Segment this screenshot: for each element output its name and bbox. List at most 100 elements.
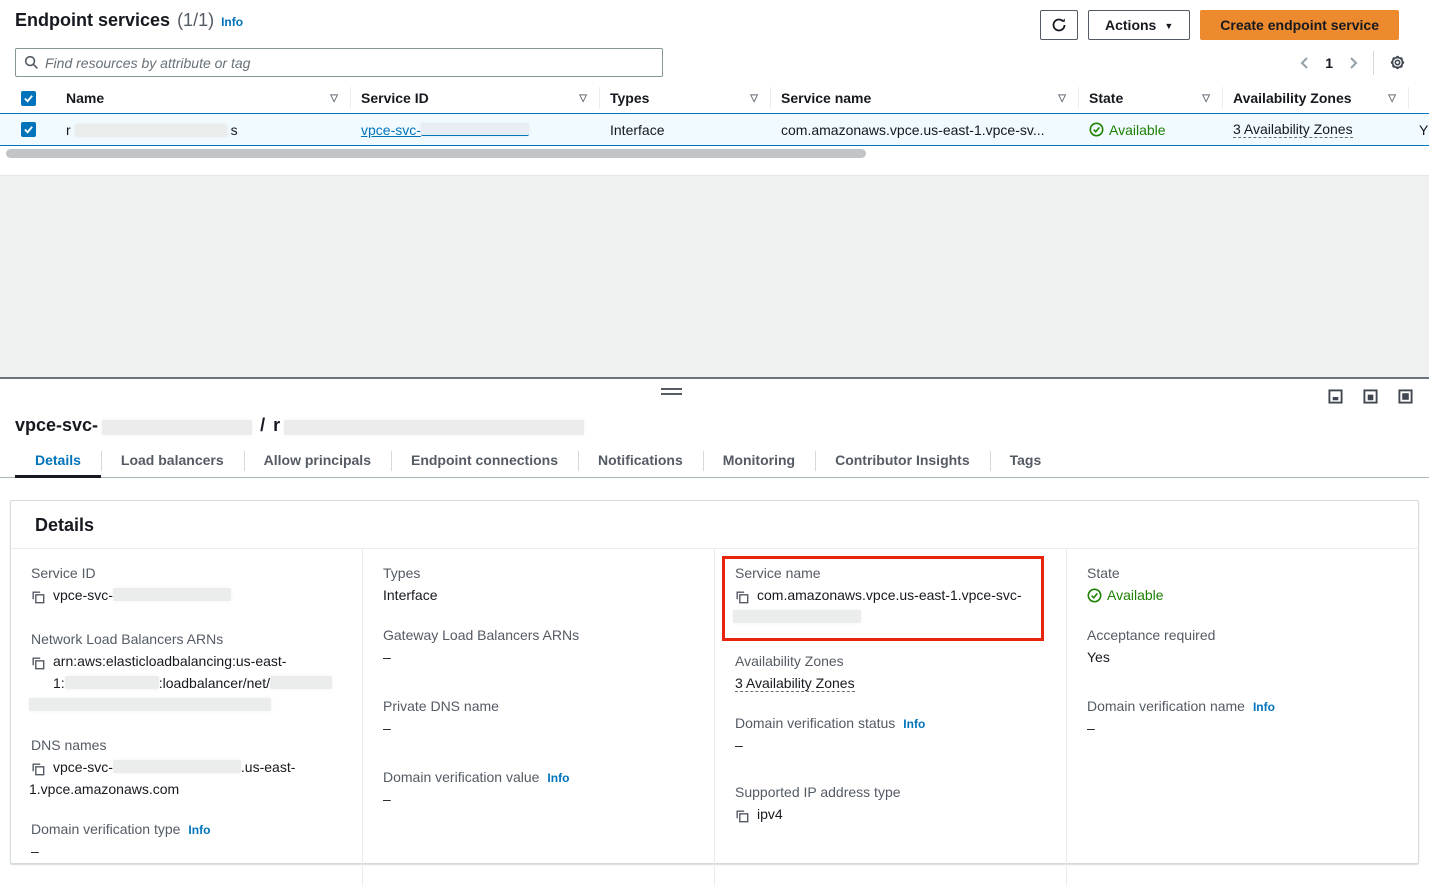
redacted-text [270,676,332,689]
column-header-availability-zones[interactable]: Availability Zones ▽ [1223,90,1408,106]
panel-size-small-icon[interactable] [1328,389,1343,404]
column-header-service-name[interactable]: Service name ▽ [771,90,1078,106]
field-dns-names: DNS names vpce-svc-.us-east- 1.vpce.amaz… [31,737,338,800]
page-info-link[interactable]: Info [221,15,243,29]
status-badge: Available [1109,122,1166,138]
redacted-text [284,420,584,435]
cell-service-name: com.amazonaws.vpce.us-east-1.vpce-sv... [771,122,1078,138]
info-link[interactable]: Info [1253,700,1275,714]
row-checkbox[interactable] [21,122,36,137]
pagination-divider [1373,51,1374,75]
horizontal-scrollbar[interactable] [0,146,1429,160]
status-badge: Available [1107,584,1164,606]
copy-icon[interactable] [31,588,45,610]
service-id-link[interactable]: vpce-svc- [361,122,529,138]
panel-size-medium-icon[interactable] [1363,389,1378,404]
split-panel-size-controls [1328,389,1413,404]
availability-zones-popover-link[interactable]: 3 Availability Zones [735,675,855,692]
next-page-button[interactable] [1347,56,1359,70]
info-link[interactable]: Info [547,771,569,785]
column-header-name[interactable]: Name ▽ [56,90,350,106]
search-input[interactable] [45,55,654,71]
previous-page-button[interactable] [1299,56,1311,70]
field-supported-ip: Supported IP address type ipv4 [735,784,1042,829]
cell-types: Interface [600,122,770,138]
search-box[interactable] [15,48,663,77]
split-panel: vpce-svc- / r Details Load balancers All… [0,377,1429,871]
chevron-down-icon: ▼ [1164,21,1173,31]
resource-count: (1/1) [177,10,214,31]
select-all-checkbox[interactable] [21,91,36,106]
detail-tabs: Details Load balancers Allow principals … [0,448,1429,478]
create-button-label: Create endpoint service [1220,17,1379,33]
field-domain-verification-name: Domain verification name Info – [1087,698,1394,739]
copy-icon[interactable] [31,760,45,782]
tab-details[interactable]: Details [15,448,101,477]
info-link[interactable]: Info [188,823,210,837]
panel-size-large-icon[interactable] [1398,389,1413,404]
table-preferences-gear-icon[interactable] [1388,53,1407,72]
field-glb-arns: Gateway Load Balancers ARNs – [383,627,690,668]
selected-resource-title: vpce-svc- / r [0,379,1429,446]
sort-icon[interactable]: ▽ [1388,93,1396,104]
cell-service-id: vpce-svc- [351,122,599,138]
field-domain-verification-type: Domain verification type Info – [31,821,338,862]
tab-allow-principals[interactable]: Allow principals [244,448,391,477]
current-page-number[interactable]: 1 [1325,55,1333,71]
pagination: 1 [1299,51,1407,75]
details-heading: Details [35,515,1394,536]
actions-button[interactable]: Actions ▼ [1088,10,1190,40]
sort-icon[interactable]: ▽ [1058,93,1066,104]
table-header-row: Name ▽ Service ID ▽ Types ▽ Service name… [0,83,1429,113]
redacted-text [75,124,227,137]
redacted-text [65,676,159,689]
cell-state: Available [1079,122,1222,138]
tab-tags[interactable]: Tags [990,448,1062,477]
sort-icon[interactable]: ▽ [1202,93,1210,104]
field-nlb-arns: Network Load Balancers ARNs arn:aws:elas… [31,631,338,716]
refresh-button[interactable] [1040,10,1078,40]
column-header-state[interactable]: State ▽ [1079,90,1222,106]
info-link[interactable]: Info [903,717,925,731]
split-panel-drag-handle-icon[interactable] [661,388,682,395]
tab-load-balancers[interactable]: Load balancers [101,448,244,477]
field-types: Types Interface [383,565,690,606]
details-card: Details Service ID vpce-svc- Network Loa… [10,500,1419,864]
tab-endpoint-connections[interactable]: Endpoint connections [391,448,578,477]
sort-icon[interactable]: ▽ [579,93,587,104]
search-icon [24,55,39,70]
content-background [0,176,1429,377]
sort-icon[interactable]: ▽ [330,93,338,104]
field-acceptance-required: Acceptance required Yes [1087,627,1394,668]
endpoint-services-table: Name ▽ Service ID ▽ Types ▽ Service name… [0,83,1429,160]
cell-availability-zones: 3 Availability Zones [1223,121,1408,138]
redacted-text [29,698,271,711]
column-header-types[interactable]: Types ▽ [600,90,770,106]
copy-icon[interactable] [31,654,45,676]
redacted-text [733,610,861,623]
tab-monitoring[interactable]: Monitoring [703,448,815,477]
details-column-2: Types Interface Gateway Load Balancers A… [362,549,714,886]
field-domain-verification-value: Domain verification value Info – [383,769,690,810]
copy-icon[interactable] [735,807,749,829]
details-column-3: Service name com.amazonaws.vpce.us-east-… [714,549,1066,886]
tab-contributor-insights[interactable]: Contributor Insights [815,448,990,477]
page-title: Endpoint services [15,10,170,31]
tab-notifications[interactable]: Notifications [578,448,703,477]
redacted-text [102,420,252,435]
column-header-partial[interactable]: A [1409,90,1429,106]
table-row[interactable]: rs vpce-svc- Interface com.amazonaws.vpc… [0,113,1429,146]
endpoint-services-table-panel: Endpoint services (1/1) Info Actions ▼ C… [0,0,1429,176]
sort-icon[interactable]: ▽ [750,93,758,104]
status-available-icon [1089,122,1104,137]
details-column-4: State Available Acceptance required Yes [1066,549,1418,886]
create-endpoint-service-button[interactable]: Create endpoint service [1200,10,1399,40]
column-header-service-id[interactable]: Service ID ▽ [351,90,599,106]
availability-zones-popover-link[interactable]: 3 Availability Zones [1233,121,1353,138]
redacted-text [421,123,529,136]
status-available-icon [1087,588,1102,603]
cell-name: rs [56,122,350,138]
copy-icon[interactable] [735,588,749,610]
field-private-dns-name: Private DNS name – [383,698,690,739]
scrollbar-thumb[interactable] [6,149,866,158]
